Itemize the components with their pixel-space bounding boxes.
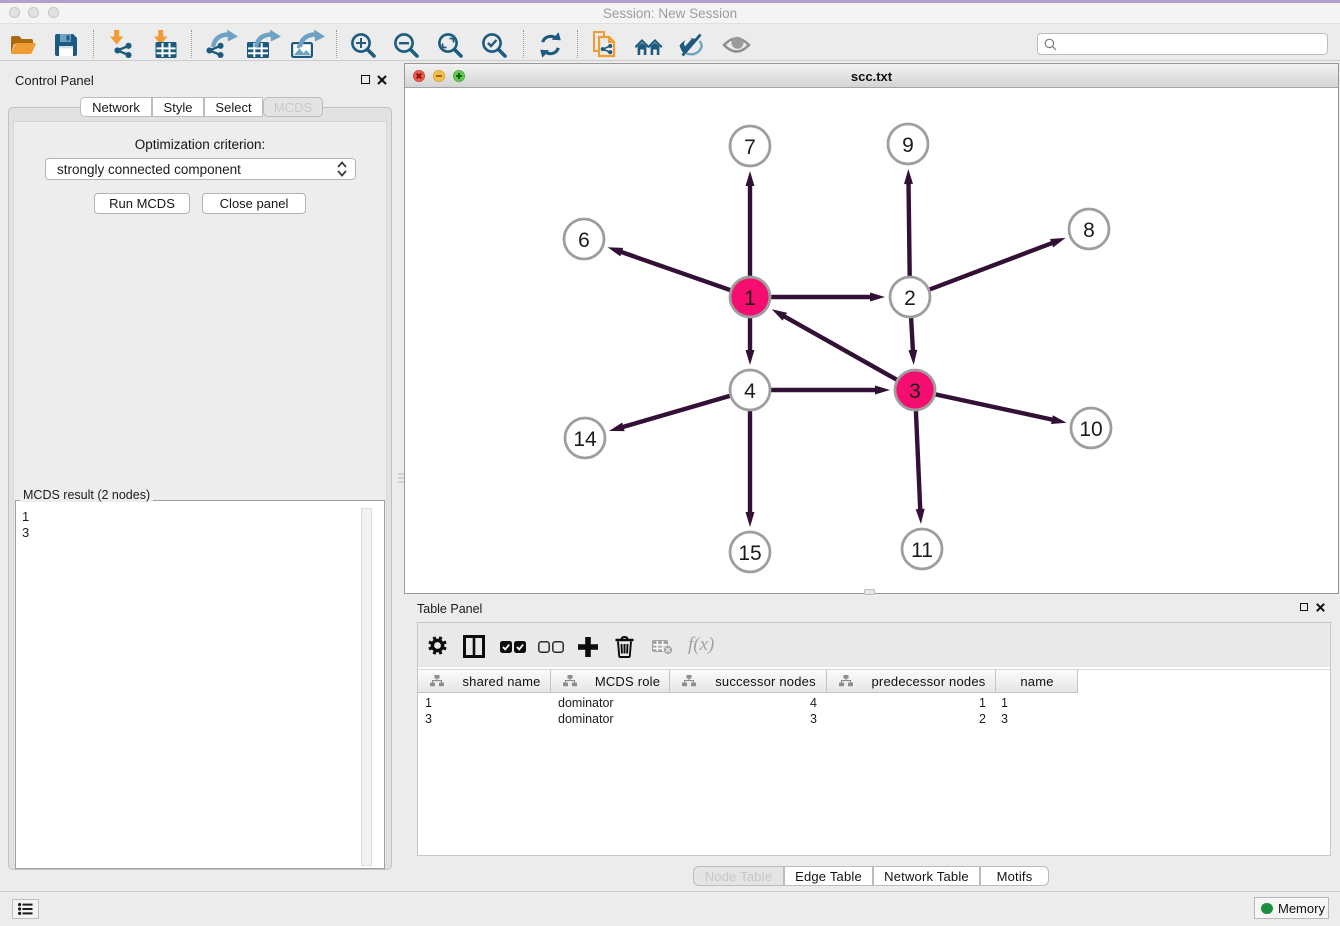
svg-text:7: 7 [744,136,756,159]
svg-text:3: 3 [909,380,921,403]
svg-text:14: 14 [573,428,597,451]
svg-text:9: 9 [902,134,914,157]
svg-text:4: 4 [744,380,756,403]
svg-text:8: 8 [1083,219,1095,242]
svg-text:2: 2 [904,287,916,310]
svg-text:1: 1 [744,287,756,310]
svg-text:10: 10 [1079,418,1102,441]
svg-text:15: 15 [738,542,761,565]
svg-text:6: 6 [578,229,590,252]
svg-text:11: 11 [911,539,933,562]
